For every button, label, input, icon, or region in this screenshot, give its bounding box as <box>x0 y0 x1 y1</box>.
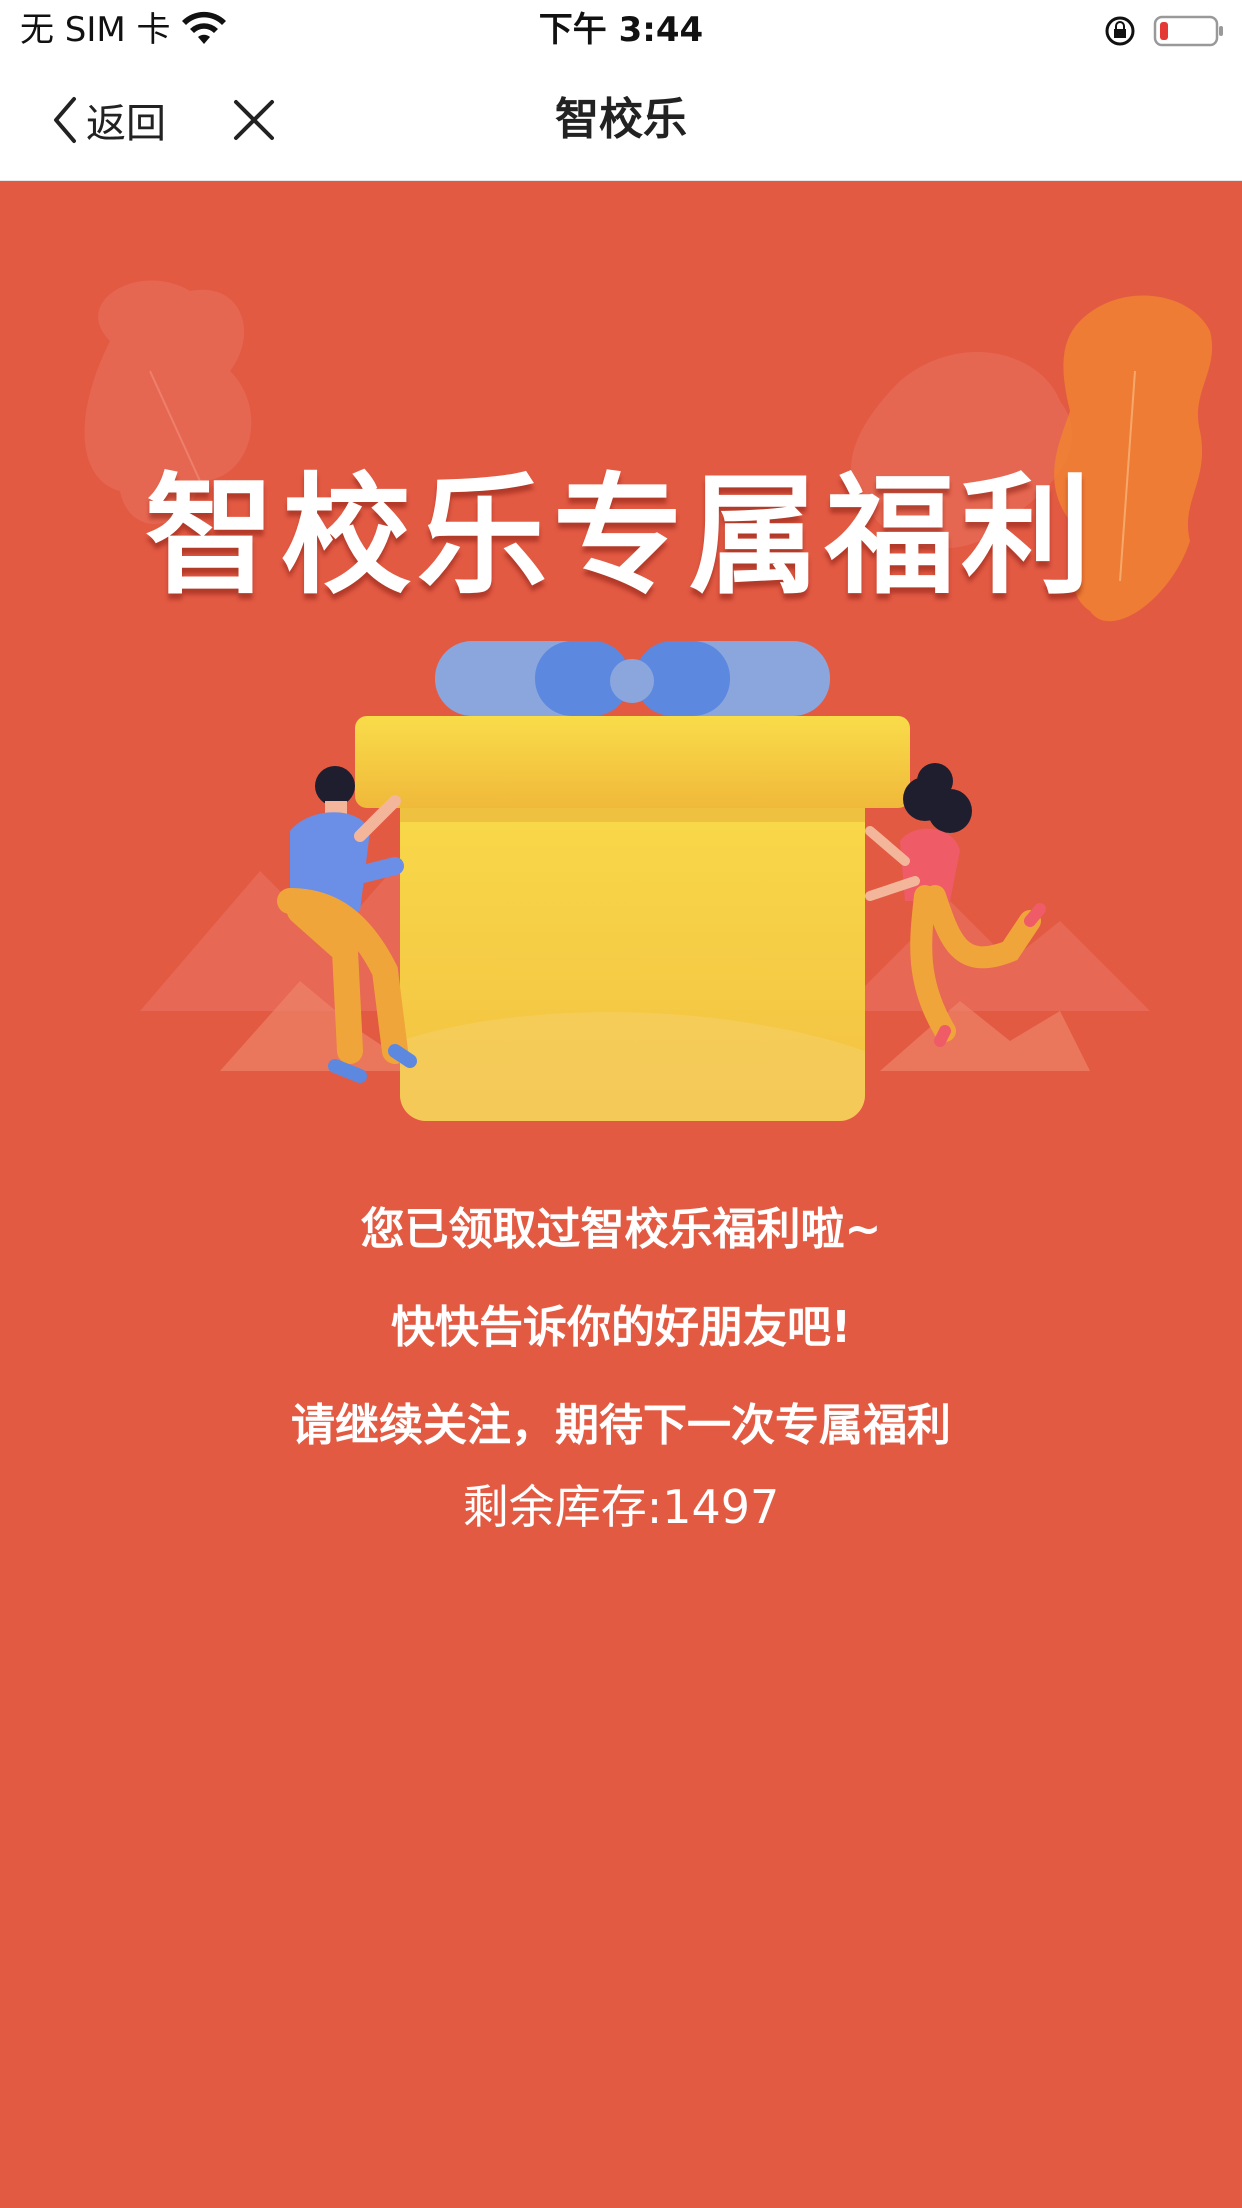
orientation-lock-icon <box>1105 16 1135 46</box>
battery-icon <box>1153 15 1223 47</box>
navigation-bar: 返回 智校乐 <box>0 60 1242 181</box>
welfare-page: 智校乐专属福利 您已领取过智校乐福利啦~ 快快告诉你的好朋友吧! 请继续关注，期… <box>0 181 1242 2208</box>
clock-time: 下午 3:44 <box>538 10 704 50</box>
share-message: 快快告诉你的好朋友吧! <box>390 1302 852 1353</box>
claimed-message: 您已领取过智校乐福利啦~ <box>360 1204 882 1255</box>
status-bar: 无 SIM 卡 下午 3:44 <box>0 0 1242 60</box>
follow-message: 请继续关注，期待下一次专属福利 <box>291 1400 951 1451</box>
page-title: 智校乐 <box>555 94 687 145</box>
remaining-stock: 剩余库存:1497 <box>462 1480 780 1534</box>
gift-illustration <box>277 641 1046 1121</box>
